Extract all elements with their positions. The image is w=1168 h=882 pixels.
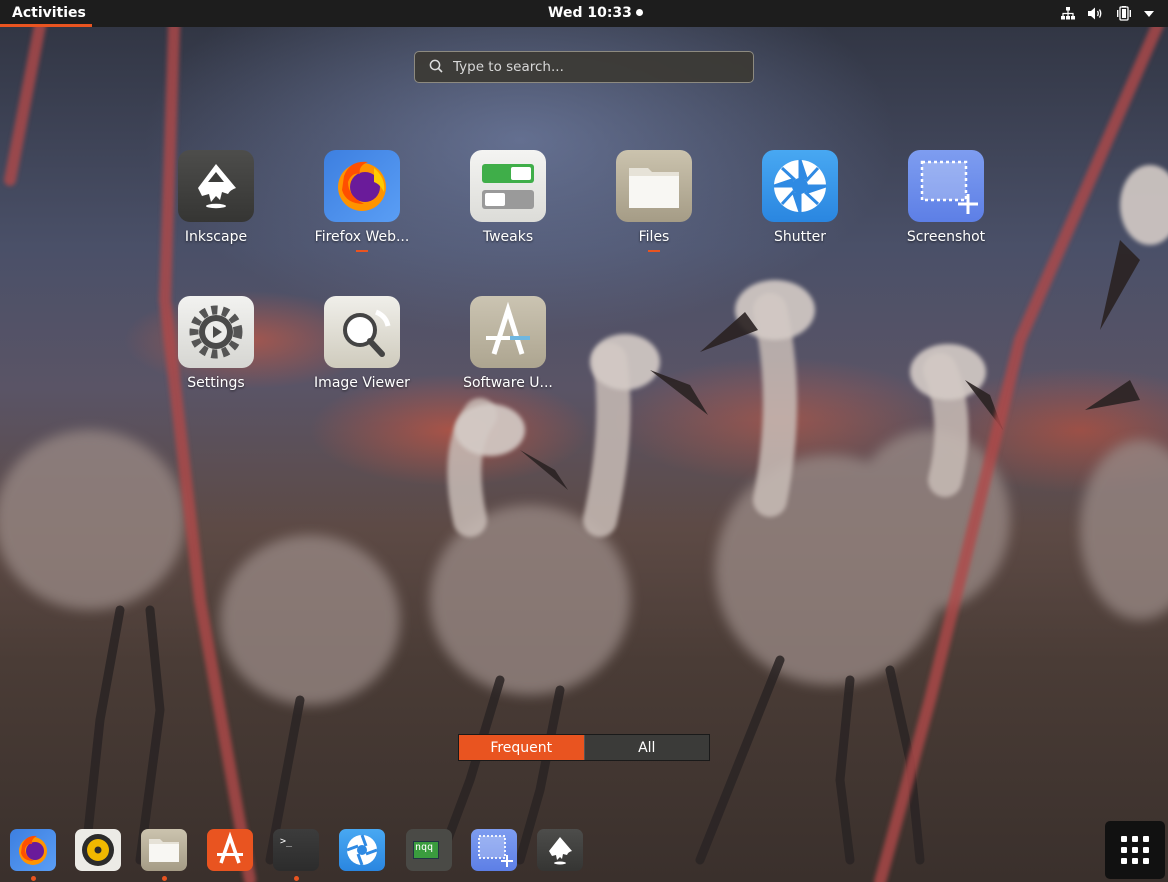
notification-dot-icon xyxy=(635,9,643,16)
files-icon xyxy=(141,829,187,871)
activities-label: Activities xyxy=(12,5,86,21)
activities-button[interactable]: Activities xyxy=(0,0,98,27)
app-inkscape[interactable]: Inkscape xyxy=(143,150,289,245)
running-indicator xyxy=(162,876,167,881)
dock-item-nqq[interactable]: nqq xyxy=(406,829,452,871)
app-label: Shutter xyxy=(774,229,826,245)
image-viewer-icon xyxy=(324,296,400,368)
show-applications-button[interactable] xyxy=(1105,821,1165,879)
shutter-icon xyxy=(762,150,838,222)
app-shutter[interactable]: Shutter xyxy=(727,150,873,245)
search-box[interactable] xyxy=(414,51,754,83)
top-bar: Activities Wed 10:33 xyxy=(0,0,1168,27)
system-menu-arrow-icon[interactable] xyxy=(1144,10,1154,17)
settings-icon xyxy=(178,296,254,368)
inkscape-icon xyxy=(537,829,583,871)
clock[interactable]: Wed 10:33 xyxy=(548,5,643,21)
app-label: Image Viewer xyxy=(314,375,410,391)
nqq-label: nqq xyxy=(415,842,434,853)
system-tray[interactable] xyxy=(1061,0,1154,27)
running-indicator xyxy=(648,250,660,252)
firefox-icon xyxy=(10,829,56,871)
clock-label: Wed 10:33 xyxy=(548,5,632,21)
app-label: Firefox Web... xyxy=(314,229,410,245)
app-label: Screenshot xyxy=(906,229,986,245)
dock-item-rhythmbox[interactable] xyxy=(75,829,121,871)
view-switcher: Frequent All xyxy=(458,734,710,761)
show-applications-grid-icon xyxy=(1121,836,1149,864)
tweaks-icon xyxy=(470,150,546,222)
search-input[interactable] xyxy=(453,59,733,75)
app-label: Settings xyxy=(187,375,245,391)
app-label: Software U... xyxy=(463,375,553,391)
files-icon xyxy=(616,150,692,222)
volume-icon[interactable] xyxy=(1088,7,1104,20)
tab-frequent[interactable]: Frequent xyxy=(459,735,584,760)
rhythmbox-icon xyxy=(75,829,121,871)
firefox-icon xyxy=(324,150,400,222)
dock: >_ nqq xyxy=(0,818,1168,882)
app-firefox[interactable]: Firefox Web... xyxy=(289,150,435,252)
dock-item-firefox[interactable] xyxy=(10,829,56,871)
app-label: Tweaks xyxy=(482,229,534,245)
app-screenshot[interactable]: Screenshot xyxy=(873,150,1019,245)
dock-item-terminal[interactable]: >_ xyxy=(273,829,319,871)
nqq-icon: nqq xyxy=(406,829,452,871)
app-settings[interactable]: Settings xyxy=(143,296,289,391)
terminal-icon: >_ xyxy=(273,829,319,871)
dock-item-inkscape[interactable] xyxy=(537,829,583,871)
software-updater-icon xyxy=(470,296,546,368)
app-software-updater[interactable]: Software U... xyxy=(435,296,581,391)
shutter-icon xyxy=(339,829,385,871)
screenshot-icon xyxy=(908,150,984,222)
running-indicator xyxy=(356,250,368,252)
dock-item-shutter[interactable] xyxy=(339,829,385,871)
app-label: Inkscape xyxy=(184,229,248,245)
network-icon[interactable] xyxy=(1061,7,1075,20)
search-icon xyxy=(429,58,443,77)
app-image-viewer[interactable]: Image Viewer xyxy=(289,296,435,391)
activities-active-indicator xyxy=(0,24,92,27)
ubuntu-software-icon xyxy=(207,829,253,871)
terminal-prompt: >_ xyxy=(280,836,293,847)
running-indicator xyxy=(31,876,36,881)
dock-item-ubuntu-software[interactable] xyxy=(207,829,253,871)
dock-item-screenshot[interactable] xyxy=(471,829,517,871)
screenshot-icon xyxy=(471,829,517,871)
inkscape-icon xyxy=(178,150,254,222)
running-indicator xyxy=(294,876,299,881)
dock-item-files[interactable] xyxy=(141,829,187,871)
battery-icon[interactable] xyxy=(1117,6,1131,21)
app-label: Files xyxy=(638,229,670,245)
app-files[interactable]: Files xyxy=(581,150,727,252)
app-tweaks[interactable]: Tweaks xyxy=(435,150,581,245)
tab-all[interactable]: All xyxy=(583,735,709,760)
